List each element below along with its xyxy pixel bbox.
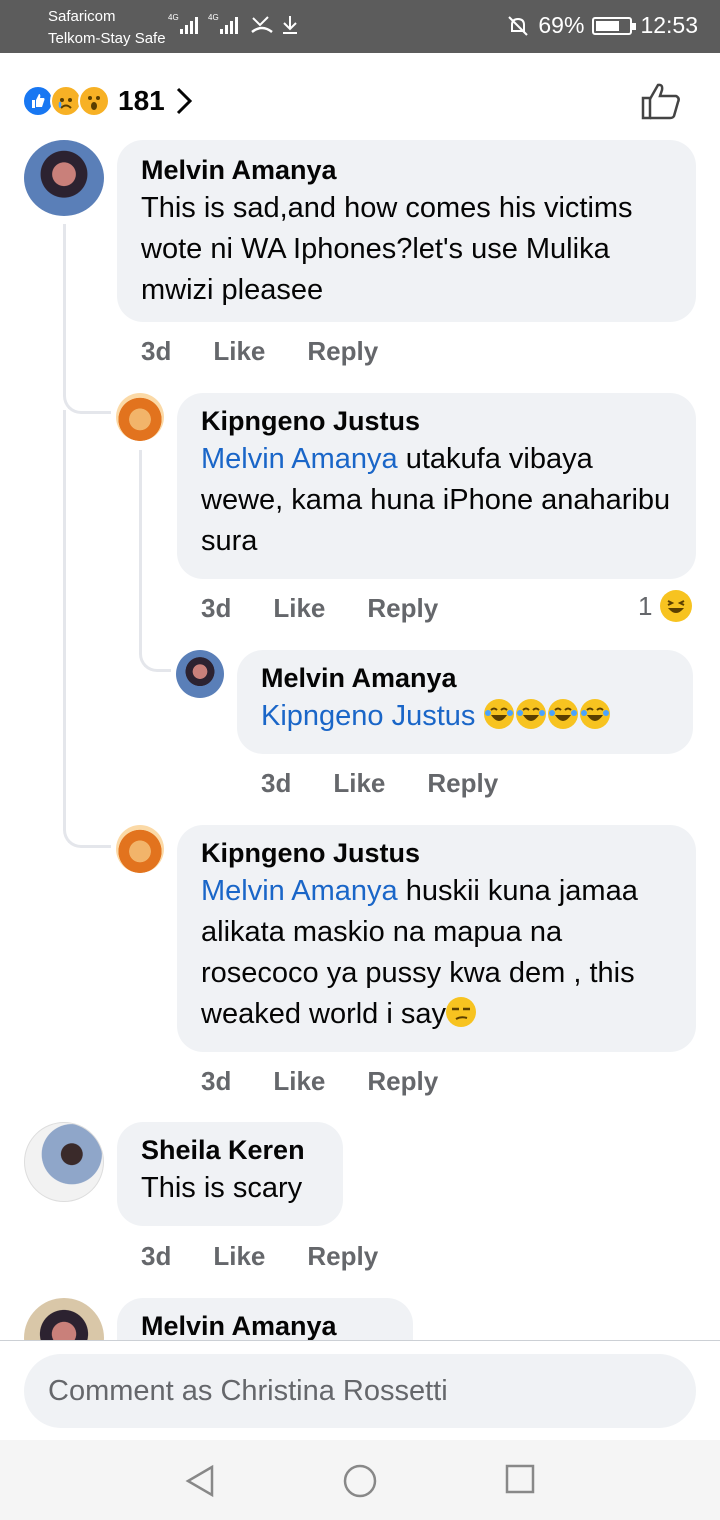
comment-actions: 3d Like Reply [261, 768, 540, 799]
reply-bubble: Melvin Amanya Kipngeno Justus [237, 650, 693, 754]
reply-button[interactable]: Reply [307, 336, 378, 367]
reply-bubble: Kipngeno Justus Melvin Amanya huskii kun… [177, 825, 696, 1052]
mention-link[interactable]: Melvin Amanya [201, 875, 398, 907]
comment-author[interactable]: Melvin Amanya [261, 662, 669, 694]
comment-text: This is scary [141, 1172, 303, 1204]
comment-text: Melvin Amanya utakufa vibaya wewe, kama … [201, 439, 672, 562]
avatar[interactable] [116, 825, 164, 873]
comment-author[interactable]: Melvin Amanya [141, 1310, 389, 1342]
avatar[interactable] [116, 393, 164, 441]
comment-actions: 3d Like Reply [201, 1066, 480, 1097]
comment-author[interactable]: Kipngeno Justus [201, 837, 672, 869]
reply-bubble: Kipngeno Justus Melvin Amanya utakufa vi… [177, 393, 696, 579]
comment-actions: 3d Like Reply [141, 1241, 420, 1272]
avatar[interactable] [24, 1122, 104, 1202]
reply-button[interactable]: Reply [307, 1241, 378, 1272]
mention-link[interactable]: Kipngeno Justus [261, 700, 475, 732]
reply-button[interactable]: Reply [367, 593, 438, 624]
laughing-face-icon [660, 590, 693, 622]
tears-of-joy-icon [579, 699, 610, 729]
signal-strength-icon-2 [220, 17, 238, 34]
comment-author[interactable]: Melvin Amanya [141, 154, 672, 186]
comment-author[interactable]: Sheila Keren [141, 1134, 319, 1166]
comment-input[interactable]: Comment as Christina Rossetti [24, 1354, 696, 1428]
like-button[interactable]: Like [333, 768, 385, 799]
battery-percent: 69% [538, 12, 585, 38]
recents-icon[interactable] [505, 1464, 535, 1494]
reaction-count: 181 [118, 85, 165, 116]
like-button[interactable]: Like [213, 1241, 265, 1272]
reply-button[interactable]: Reply [367, 1066, 438, 1097]
status-right-group: 69% 12:53 [506, 12, 698, 39]
comment-time: 3d [141, 336, 172, 366]
avatar[interactable] [24, 140, 104, 216]
comment-time: 3d [141, 1241, 172, 1271]
comment-time: 3d [201, 1066, 232, 1096]
thread-connector [63, 224, 111, 414]
carrier-name-secondary: Telkom-Stay Safe [48, 30, 166, 47]
thread-connector [63, 410, 111, 848]
unamused-face-icon [446, 997, 476, 1027]
battery-fill [596, 20, 619, 31]
comment-time: 3d [201, 593, 232, 623]
reaction-number: 1 [638, 590, 653, 621]
reaction-summary-bar: 181 [0, 53, 720, 149]
comment-actions: 3d Like Reply [201, 593, 480, 624]
status-bar: Safaricom Telkom-Stay Safe 4G 4G 69% 12:… [0, 0, 720, 53]
missed-call-icon [251, 16, 273, 34]
comment-text: Kipngeno Justus [261, 696, 669, 737]
mention-link[interactable]: Melvin Amanya [201, 443, 398, 475]
comment-actions: 3d Like Reply [141, 336, 420, 367]
carrier-name-primary: Safaricom [48, 8, 116, 25]
reply-reaction-count[interactable]: 1 [638, 590, 694, 622]
tears-of-joy-icon [483, 699, 514, 729]
comment-author[interactable]: Kipngeno Justus [201, 405, 672, 437]
like-button[interactable]: Like [273, 593, 325, 624]
comment-composer-bar: Comment as Christina Rossetti [0, 1340, 720, 1440]
mute-bell-icon [508, 15, 529, 36]
like-button[interactable]: Like [273, 1066, 325, 1097]
chevron-right-icon [176, 87, 192, 115]
home-icon[interactable] [343, 1464, 377, 1498]
like-thumb-icon[interactable] [640, 81, 682, 121]
like-button[interactable]: Like [213, 336, 265, 367]
comment-bubble: Melvin Amanya This is sad,and how comes … [117, 140, 696, 322]
system-nav-bar [0, 1440, 720, 1520]
wow-face-icon [78, 85, 110, 117]
comment-text: This is sad,and how comes his victims wo… [141, 192, 633, 306]
tears-of-joy-icon [515, 699, 546, 729]
reactions-summary[interactable]: 181 [22, 85, 193, 117]
tears-of-joy-icon [547, 699, 578, 729]
clock: 12:53 [640, 12, 698, 38]
avatar[interactable] [176, 650, 224, 698]
download-icon [283, 16, 297, 34]
thread-connector [139, 450, 171, 672]
battery-icon [592, 16, 637, 35]
reply-button[interactable]: Reply [427, 768, 498, 799]
comment-bubble: Sheila Keren This is scary [117, 1122, 343, 1226]
back-icon[interactable] [184, 1464, 216, 1498]
comment-time: 3d [261, 768, 292, 798]
comment-text: Melvin Amanya huskii kuna jamaa alikata … [201, 871, 672, 1035]
signal-strength-icon [180, 17, 198, 34]
